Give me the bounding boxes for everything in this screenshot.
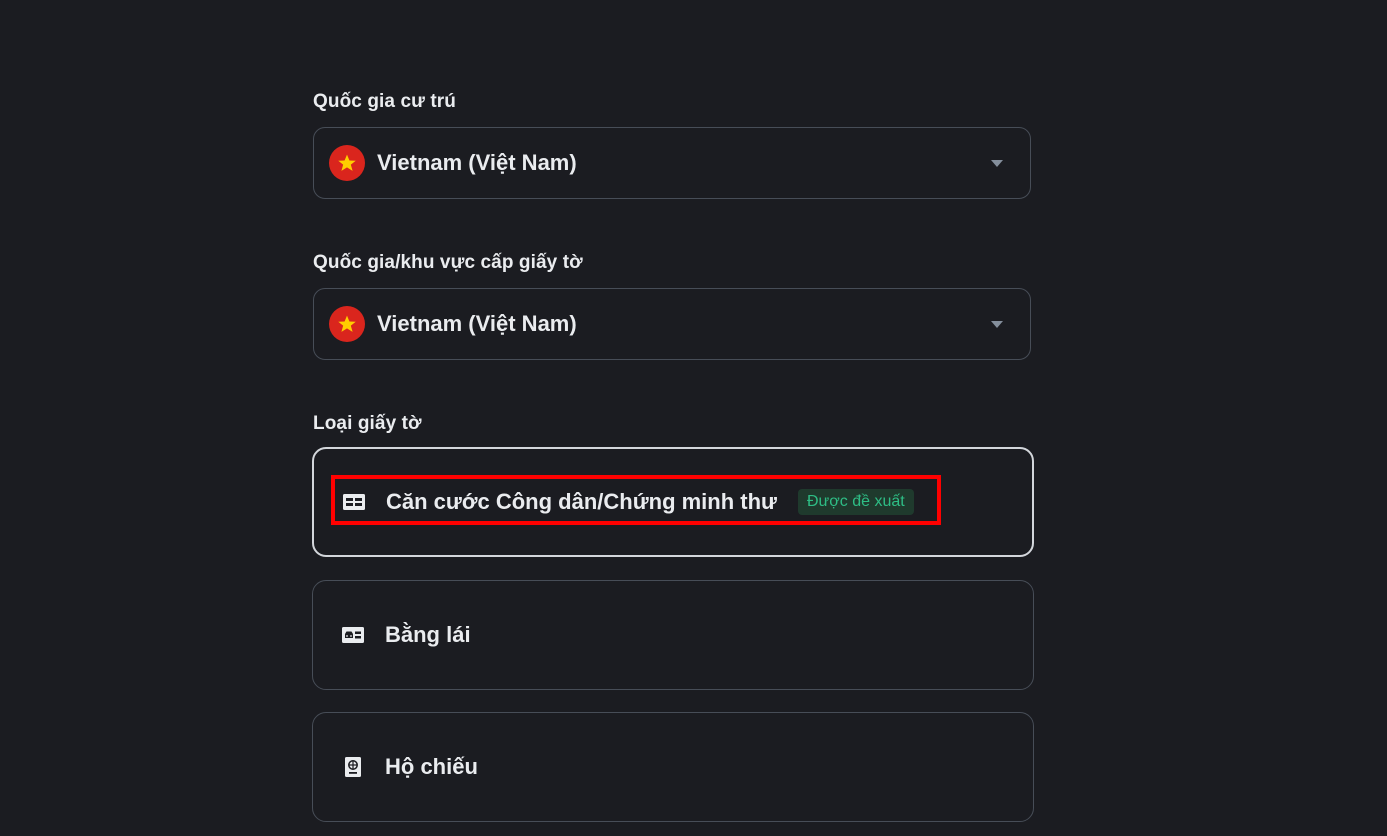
residence-country-value: Vietnam (Việt Nam): [377, 150, 577, 175]
id-card-icon: [343, 494, 365, 510]
issuing-country-label: Quốc gia/khu vực cấp giấy tờ: [313, 252, 583, 273]
document-option-driver-license[interactable]: Bằng lái: [312, 580, 1034, 690]
document-option-id-card[interactable]: Căn cước Công dân/Chứng minh thư Được đề…: [312, 447, 1034, 557]
passport-icon: [345, 757, 361, 777]
document-option-label: Hộ chiếu: [385, 754, 478, 779]
document-type-label: Loại giấy tờ: [313, 413, 422, 434]
vietnam-flag-icon: [329, 306, 365, 342]
document-option-passport[interactable]: Hộ chiếu: [312, 712, 1034, 822]
driver-license-icon: [342, 627, 364, 643]
residence-country-select[interactable]: Vietnam (Việt Nam): [313, 127, 1031, 199]
recommended-badge: Được đề xuất: [798, 489, 914, 515]
issuing-country-value: Vietnam (Việt Nam): [377, 311, 577, 336]
chevron-down-icon[interactable]: [991, 159, 1003, 167]
vietnam-flag-icon: [329, 145, 365, 181]
document-option-label: Căn cước Công dân/Chứng minh thư: [386, 489, 777, 514]
chevron-down-icon[interactable]: [991, 320, 1003, 328]
document-option-label: Bằng lái: [385, 622, 471, 647]
issuing-country-select[interactable]: Vietnam (Việt Nam): [313, 288, 1031, 360]
star-icon: [338, 315, 356, 332]
star-icon: [338, 154, 356, 171]
residence-country-label: Quốc gia cư trú: [313, 91, 456, 112]
